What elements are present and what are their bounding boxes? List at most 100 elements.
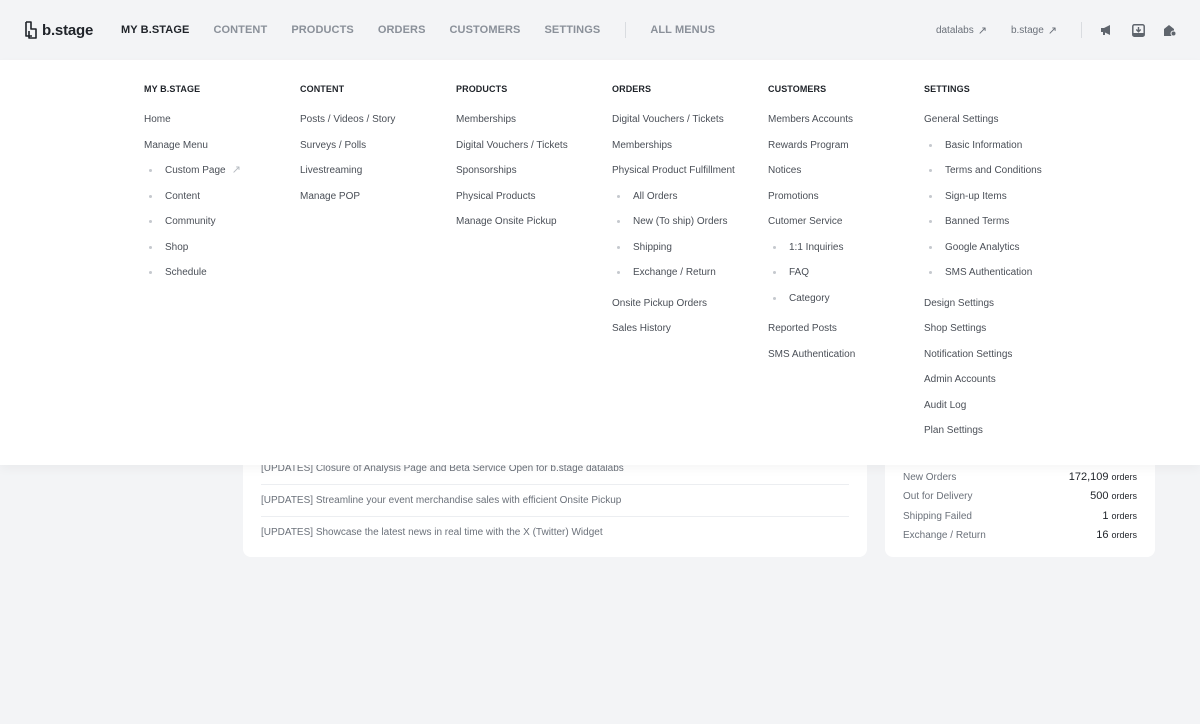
menu-column-title: SETTINGS [924,84,970,94]
nav-content[interactable]: CONTENT [213,24,267,36]
menu-item-label: Banned Terms [945,216,1010,227]
menu-item-label: Digital Vouchers / Tickets [612,114,724,125]
top-navigation-bar: b.stage MY B.STAGE CONTENT PRODUCTS ORDE… [0,0,1200,60]
menu-item-audit-log[interactable]: Audit Log [924,400,1042,426]
menu-item-onsite-pickup-orders[interactable]: Onsite Pickup Orders [612,298,735,324]
menu-subitem-schedule[interactable]: Schedule [144,267,241,293]
order-row-shipping-failed[interactable]: Shipping Failed 1 orders [903,506,1137,522]
menu-subitem-shop[interactable]: Shop [144,242,241,268]
menu-item-label: Physical Products [456,190,536,202]
bullet-dot [149,271,152,274]
menu-item-admin-accounts[interactable]: Admin Accounts [924,374,1042,400]
bstage-link-label: b.stage [1010,24,1044,36]
menu-item-label: Custom Page [165,165,226,176]
menu-column-title: PRODUCTS [456,84,508,94]
menu-subitem-shipping[interactable]: Shipping [612,242,735,268]
menu-item-label: Admin Accounts [924,374,996,385]
menu-subitem-basic-information[interactable]: Basic Information [924,140,1042,166]
menu-subitem-inquiries[interactable]: 1:1 Inquiries [768,242,855,268]
menu-subitem-content[interactable]: Content [144,191,241,217]
menu-subitem-new-orders[interactable]: New (To ship) Orders [612,216,735,242]
menu-item-customer-service[interactable]: Cutomer Service [768,216,855,242]
menu-item-livestreaming[interactable]: Livestreaming [300,165,395,191]
menu-subitem-terms[interactable]: Terms and Conditions [924,165,1042,191]
menu-item-label: Shipping [633,241,672,253]
menu-column-content: CONTENT Posts / Videos / Story Surveys /… [300,84,395,216]
menu-item-design-settings[interactable]: Design Settings [924,298,1042,324]
order-row-out-for-delivery[interactable]: Out for Delivery 500 orders [903,486,1137,502]
menu-item-surveys[interactable]: Surveys / Polls [300,140,395,166]
menu-item-posts[interactable]: Posts / Videos / Story [300,114,395,140]
menu-item-label: Notification Settings [924,348,1013,360]
menu-item-promotions[interactable]: Promotions [768,191,855,217]
nav-my-bstage[interactable]: MY B.STAGE [121,24,189,36]
order-row-new-orders[interactable]: New Orders 172,109 orders [903,467,1137,483]
order-row-exchange-return[interactable]: Exchange / Return 16 orders [903,525,1137,541]
news-item[interactable]: [UPDATES] Showcase the latest news in re… [261,527,849,538]
menu-item-label: Cutomer Service [768,216,843,227]
menu-subitem-banned-terms[interactable]: Banned Terms [924,216,1042,242]
bstage-link[interactable]: b.stage ↗ [1011,24,1057,37]
menu-item-physical-fulfillment[interactable]: Physical Product Fulfillment [612,165,735,191]
menu-subitem-all-orders[interactable]: All Orders [612,191,735,217]
datalabs-link[interactable]: datalabs ↗ [936,24,987,37]
menu-item-digital-vouchers[interactable]: Digital Vouchers / Tickets [612,114,735,140]
nav-settings[interactable]: SETTINGS [545,24,601,36]
bullet-dot [617,271,620,274]
menu-subitem-sms-authentication[interactable]: SMS Authentication [924,267,1042,293]
menu-item-home[interactable]: Home [144,114,241,140]
nav-products[interactable]: PRODUCTS [291,24,354,36]
store-settings-icon[interactable] [1162,22,1178,38]
nav-divider [625,22,627,38]
inbox-icon[interactable] [1130,22,1146,38]
brand-logo[interactable]: b.stage [24,18,93,42]
nav-customers[interactable]: CUSTOMERS [450,24,521,36]
news-item[interactable]: [UPDATES] Streamline your event merchand… [261,495,849,506]
menu-item-notification-settings[interactable]: Notification Settings [924,349,1042,375]
menu-subitem-signup-items[interactable]: Sign-up Items [924,191,1042,217]
menu-subitem-category[interactable]: Category [768,293,855,319]
menu-item-label: Rewards Program [768,139,849,151]
menu-item-label: Livestreaming [300,165,363,176]
menu-item-memberships[interactable]: Memberships [456,114,568,140]
menu-subitem-community[interactable]: Community [144,216,241,242]
megaphone-icon[interactable] [1098,22,1114,38]
menu-column-products: PRODUCTS Memberships Digital Vouchers / … [456,84,568,242]
menu-item-label: Manage POP [300,190,361,202]
menu-item-sms-authentication[interactable]: SMS Authentication [768,349,855,375]
menu-item-physical-products[interactable]: Physical Products [456,191,568,217]
menu-item-label: Posts / Videos / Story [300,114,396,125]
menu-item-manage-onsite-pickup[interactable]: Manage Onsite Pickup [456,216,568,242]
menu-column-title: ORDERS [612,84,652,94]
menu-item-sales-history[interactable]: Sales History [612,323,735,349]
divider [261,484,849,485]
mega-menu-dropdown: MY B.STAGE Home Manage Menu Custom Page ↗… [0,60,1200,465]
menu-item-label: New (To ship) Orders [633,216,728,227]
bullet-dot [773,296,776,300]
bullet-dot [929,220,932,223]
menu-item-label: Plan Settings [924,425,983,436]
menu-item-manage-menu[interactable]: Manage Menu [144,140,241,166]
menu-item-plan-settings[interactable]: Plan Settings [924,425,1042,451]
menu-item-notices[interactable]: Notices [768,165,855,191]
nav-all-menus[interactable]: ALL MENUS [650,24,715,36]
nav-orders[interactable]: ORDERS [378,24,426,36]
menu-item-digital-vouchers[interactable]: Digital Vouchers / Tickets [456,140,568,166]
menu-subitem-google-analytics[interactable]: Google Analytics [924,242,1042,268]
menu-subitem-custom-page[interactable]: Custom Page ↗ [144,165,241,191]
menu-item-shop-settings[interactable]: Shop Settings [924,323,1042,349]
menu-item-sponsorships[interactable]: Sponsorships [456,165,568,191]
menu-subitem-exchange-return[interactable]: Exchange / Return [612,267,735,293]
bullet-dot [617,220,620,223]
menu-subitem-faq[interactable]: FAQ [768,267,855,293]
menu-item-rewards-program[interactable]: Rewards Program [768,140,855,166]
menu-item-manage-pop[interactable]: Manage POP [300,191,395,217]
menu-item-label: Members Accounts [768,114,854,125]
bullet-dot [929,143,932,147]
menu-item-memberships[interactable]: Memberships [612,140,735,166]
menu-item-reported-posts[interactable]: Reported Posts [768,323,855,349]
menu-item-general-settings[interactable]: General Settings [924,114,1042,140]
menu-item-members-accounts[interactable]: Members Accounts [768,114,855,140]
menu-item-label: Surveys / Polls [300,139,367,151]
bullet-dot [149,169,152,172]
